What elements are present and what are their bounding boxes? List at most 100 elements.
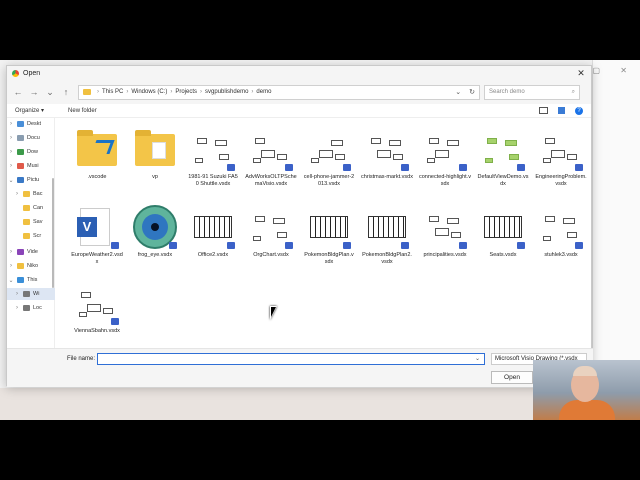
file-item[interactable]: PokemonBldgPlan2.vsdx bbox=[361, 204, 413, 266]
sidebar-item-2[interactable]: › Dow bbox=[7, 146, 55, 158]
open-button[interactable]: Open bbox=[491, 371, 533, 384]
folder-icon bbox=[83, 89, 91, 95]
file-item[interactable]: AdvWorksOLTPSchemaVisio.vsdx bbox=[245, 126, 297, 188]
this-pc-icon bbox=[17, 277, 24, 283]
sidebar-item-8[interactable]: Scr bbox=[7, 230, 55, 242]
visio-badge-icon bbox=[575, 242, 583, 249]
chevron-icon[interactable]: › bbox=[7, 263, 15, 269]
breadcrumb-windows-c[interactable]: Windows (C:) bbox=[131, 89, 167, 95]
chevron-icon[interactable]: ⌄ bbox=[7, 277, 15, 284]
refresh-icon[interactable]: ↻ bbox=[469, 88, 475, 96]
file-item[interactable]: frog_eye.vsdx bbox=[129, 204, 181, 259]
webcam-overlay bbox=[533, 360, 640, 420]
sidebar-item-label: Docu bbox=[27, 135, 40, 141]
music-icon bbox=[17, 163, 24, 169]
visio-badge-icon bbox=[517, 242, 525, 249]
breadcrumb-svgpublishdemo[interactable]: svgpublishdemo bbox=[205, 89, 248, 95]
chevron-icon[interactable]: › bbox=[7, 149, 15, 155]
back-button[interactable]: ← bbox=[11, 85, 25, 99]
file-name: PokemonBldgPlan.vsdx bbox=[304, 252, 354, 265]
new-folder-button[interactable]: New folder bbox=[68, 108, 97, 114]
chevron-icon[interactable]: › bbox=[7, 249, 15, 255]
dialog-footer: File name: ⌄ Microsoft Visio Drawing (*.… bbox=[7, 348, 593, 387]
file-item[interactable]: principalities.vsdx bbox=[419, 204, 471, 259]
file-item[interactable]: Seats.vsdx bbox=[477, 204, 529, 259]
view-options-icon[interactable] bbox=[539, 107, 548, 114]
address-bar[interactable]: › This PC › Windows (C:) › Projects › sv… bbox=[78, 84, 480, 100]
recent-locations-button[interactable]: ⌄ bbox=[43, 85, 57, 99]
chevron-icon[interactable]: › bbox=[13, 305, 21, 311]
chevron-icon[interactable]: › bbox=[7, 163, 15, 169]
file-thumbnail bbox=[74, 280, 120, 326]
file-item[interactable]: cell-phone-jammer-2013.vsdx bbox=[303, 126, 355, 188]
address-dropdown-icon[interactable]: ⌄ bbox=[455, 88, 461, 96]
file-item[interactable]: christmas-markt.vsdx bbox=[361, 126, 413, 181]
file-thumbnail bbox=[480, 126, 526, 172]
file-item[interactable]: ViennaSbahn.vsdx bbox=[71, 280, 123, 335]
file-item[interactable]: DefaultViewDemo.vsdx bbox=[477, 126, 529, 188]
documents-icon bbox=[17, 135, 24, 141]
organize-button[interactable]: Organize ▾ bbox=[15, 107, 44, 114]
file-item[interactable]: PokemonBldgPlan.vsdx bbox=[303, 204, 355, 266]
file-item[interactable]: EuropeWeather2.vsdx bbox=[71, 204, 123, 266]
file-item[interactable]: connected-highlight.vsdx bbox=[419, 126, 471, 188]
person-shirt bbox=[559, 400, 615, 420]
breadcrumb-this-pc[interactable]: This PC bbox=[102, 89, 123, 95]
file-item[interactable]: 1981-91 Suzuki FA50 Shuttle.vsdx bbox=[187, 126, 239, 188]
sidebar-item-6[interactable]: Can bbox=[7, 202, 55, 214]
diagram-preview bbox=[369, 136, 405, 164]
chevron-icon[interactable]: › bbox=[13, 291, 21, 297]
help-icon[interactable]: ? bbox=[575, 106, 583, 115]
file-item[interactable]: .vscode bbox=[71, 126, 123, 181]
chevron-icon[interactable]: › bbox=[13, 191, 21, 197]
sidebar-item-7[interactable]: Sav bbox=[7, 216, 55, 228]
file-thumbnail bbox=[190, 204, 236, 250]
file-name: DefaultViewDemo.vsdx bbox=[477, 174, 529, 187]
preview-pane-icon[interactable] bbox=[558, 107, 565, 114]
chevron-icon[interactable]: › bbox=[7, 121, 15, 127]
sidebar-item-label: Can bbox=[33, 205, 44, 211]
file-name-input[interactable] bbox=[97, 353, 485, 365]
file-name: ViennaSbahn.vsdx bbox=[74, 328, 120, 334]
file-item[interactable]: OrgChart.vsdx bbox=[245, 204, 297, 259]
diagram-preview bbox=[543, 214, 579, 242]
file-item[interactable]: stuhlek3.vsdx bbox=[535, 204, 587, 259]
desktop-icon bbox=[17, 121, 24, 127]
file-name: cell-phone-jammer-2013.vsdx bbox=[303, 174, 355, 187]
file-item[interactable]: EngineeringProblem.vsdx bbox=[535, 126, 587, 188]
file-thumbnail bbox=[538, 126, 584, 172]
file-name: EngineeringProblem.vsdx bbox=[535, 174, 587, 187]
sidebar-item-11[interactable]: ⌄ This bbox=[7, 274, 55, 286]
file-item[interactable]: Office2.vsdx bbox=[187, 204, 239, 259]
folder-icon bbox=[23, 191, 30, 197]
sidebar-item-9[interactable]: › Vide bbox=[7, 246, 55, 258]
sidebar-item-13[interactable]: › Loc bbox=[7, 302, 55, 314]
chevron-icon[interactable]: › bbox=[7, 135, 15, 141]
sidebar-item-label: Niko bbox=[27, 263, 39, 269]
folder-icon bbox=[23, 233, 30, 239]
chevron-icon[interactable]: ⌄ bbox=[7, 177, 15, 184]
sidebar-item-12[interactable]: › Wi bbox=[7, 288, 55, 300]
visio-badge-icon bbox=[459, 164, 467, 171]
sidebar-item-0[interactable]: › Deskt bbox=[7, 118, 55, 130]
file-name-dropdown-icon[interactable]: ⌄ bbox=[475, 355, 480, 362]
sidebar-item-10[interactable]: › Niko bbox=[7, 260, 55, 272]
up-button[interactable]: ↑ bbox=[59, 85, 73, 99]
file-item[interactable]: vp bbox=[129, 126, 181, 181]
sidebar-item-1[interactable]: › Docu bbox=[7, 132, 55, 144]
sidebar-item-label: Dow bbox=[27, 149, 39, 155]
breadcrumb-demo[interactable]: demo bbox=[256, 89, 271, 95]
visio-badge-icon bbox=[111, 318, 119, 325]
sidebar-item-5[interactable]: › Bac bbox=[7, 188, 55, 200]
search-input[interactable]: Search demo ⌕ bbox=[484, 84, 580, 100]
forward-button[interactable]: → bbox=[27, 85, 41, 99]
file-list: .vscode vp 1981-91 Suzuki FA50 Shuttle.vsd… bbox=[55, 118, 593, 348]
breadcrumb-projects[interactable]: Projects bbox=[175, 89, 197, 95]
file-thumbnail bbox=[422, 204, 468, 250]
sidebar-item-3[interactable]: › Musi bbox=[7, 160, 55, 172]
sidebar-item-4[interactable]: ⌄ Pictu bbox=[7, 174, 55, 186]
visio-badge-icon bbox=[169, 242, 177, 249]
floor-plan-preview bbox=[194, 216, 232, 238]
file-name: frog_eye.vsdx bbox=[137, 252, 173, 258]
close-button[interactable]: ✕ bbox=[575, 67, 587, 79]
